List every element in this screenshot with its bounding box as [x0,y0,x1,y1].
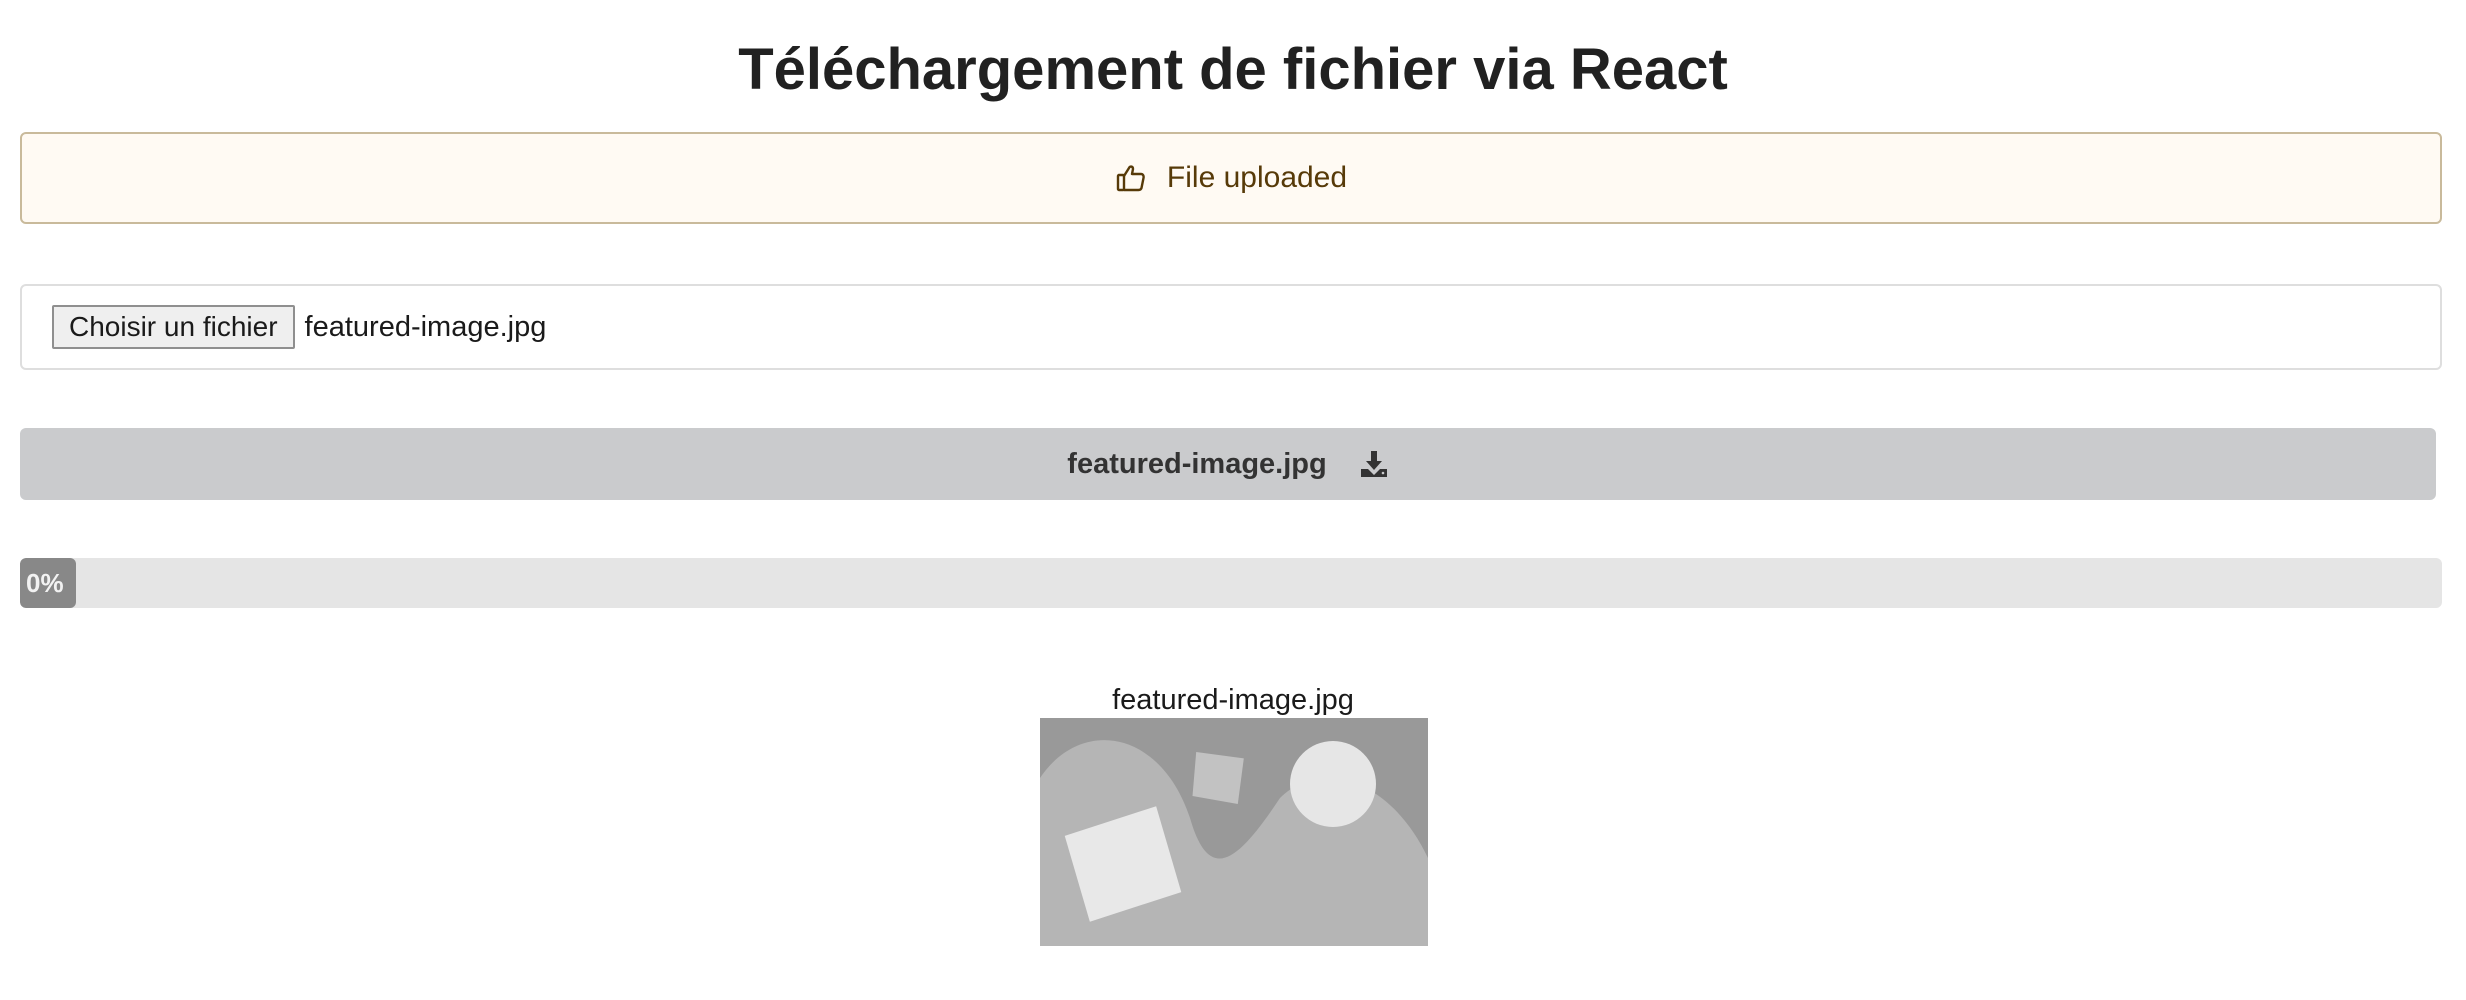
selected-file-name: featured-image.jpg [304,310,547,343]
success-message: File uploaded [20,132,2442,224]
progress-bar-fill: 0% [20,558,76,608]
download-icon [1359,449,1389,479]
file-input-container: Choisir un fichier featured-image.jpg [20,284,2442,370]
preview-filename: featured-image.jpg [1112,684,1354,716]
choose-file-button[interactable]: Choisir un fichier [52,305,295,349]
page-title: Téléchargement de fichier via React [738,37,1728,102]
progress-label: 0% [26,567,64,598]
download-button[interactable]: featured-image.jpg [20,428,2436,500]
page: Téléchargement de fichier via React File… [0,0,2466,1000]
progress-bar-track: 0% [20,558,2442,608]
download-button-label: featured-image.jpg [1067,447,1327,480]
thumbs-up-icon [1115,162,1147,194]
alert-message: File uploaded [1166,161,1348,194]
image-placeholder-icon [1040,718,1428,946]
